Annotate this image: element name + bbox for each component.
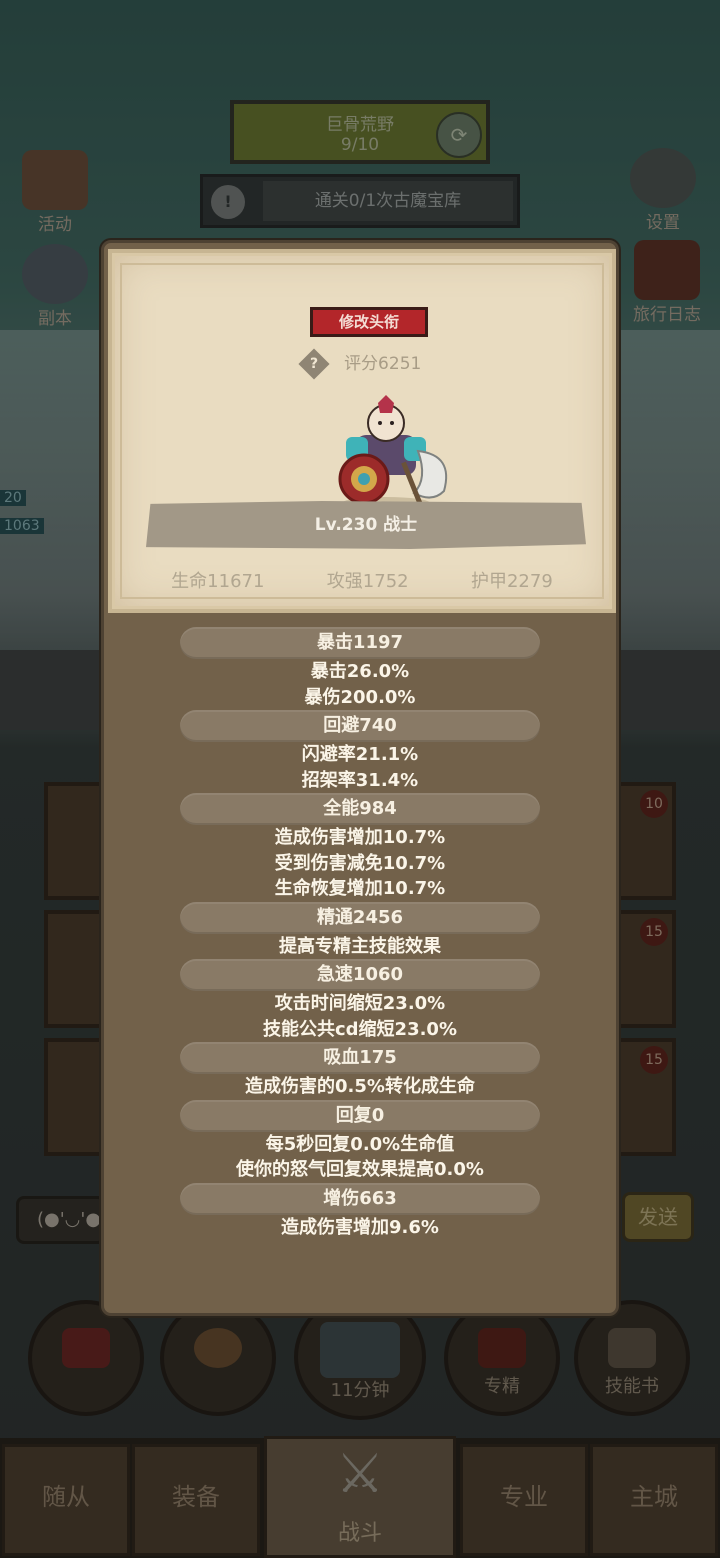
attr-armor: 护甲2279 xyxy=(470,571,553,592)
stat-line: 生命恢复增加10.7% xyxy=(274,878,446,899)
stat-line: 技能公共cd缩短23.0% xyxy=(262,1018,457,1040)
attr-hp: 生命11671 xyxy=(171,571,265,592)
stat-line: 造成伤害增加9.6% xyxy=(281,1216,439,1238)
score-value: 评分6251 xyxy=(344,354,422,374)
stat-header-mastery: 精通2456 xyxy=(180,901,540,934)
base-attributes: 生命11671 攻强1752 护甲2279 xyxy=(112,567,612,593)
change-title-button[interactable]: 修改头衔 xyxy=(310,307,428,337)
stat-header-crit: 暴击1197 xyxy=(180,627,540,659)
stat-header-versatility: 全能984 xyxy=(180,793,540,825)
stat-details-list: 暴击1197 暴击26.0% 暴伤200.0% 回避740 闪避率21.1% 招… xyxy=(104,627,616,1240)
stat-line: 暴击26.0% xyxy=(310,661,410,682)
stat-line: 每5秒回复0.0%生命值 xyxy=(265,1133,455,1155)
stat-header-dodge: 回避740 xyxy=(180,710,540,742)
stat-line: 招架率31.4% xyxy=(301,769,419,791)
help-icon[interactable]: ? xyxy=(298,348,330,380)
warrior-avatar xyxy=(338,395,448,509)
character-card: 修改头衔 ? 评分6251 Lv.230 战士 生命11671 攻强1752 护… xyxy=(108,249,616,613)
stat-line: 造成伤害的0.5%转化成生命 xyxy=(245,1076,475,1097)
stat-line: 受到伤害减免10.7% xyxy=(274,852,446,874)
stat-line: 攻击时间缩短23.0% xyxy=(274,993,446,1014)
score-row: ? 评分6251 xyxy=(112,348,612,380)
stat-line: 闪避率21.1% xyxy=(301,744,419,765)
stat-header-regen: 回复0 xyxy=(180,1099,540,1132)
stat-line: 造成伤害增加10.7% xyxy=(274,827,446,848)
stat-line: 暴伤200.0% xyxy=(304,686,416,708)
stat-header-lifesteal: 吸血175 xyxy=(180,1042,540,1074)
character-stats-panel: 修改头衔 ? 评分6251 Lv.230 战士 生命11671 攻强1752 护… xyxy=(101,240,619,1316)
stat-line: 使你的怒气回复效果提高0.0% xyxy=(236,1159,484,1180)
level-class-banner: Lv.230 战士 xyxy=(146,501,586,549)
stat-header-haste: 急速1060 xyxy=(180,959,540,991)
stat-header-damage-bonus: 增伤663 xyxy=(180,1182,540,1215)
attr-attack-power: 攻强1752 xyxy=(326,571,409,592)
stat-line: 提高专精主技能效果 xyxy=(279,935,441,957)
